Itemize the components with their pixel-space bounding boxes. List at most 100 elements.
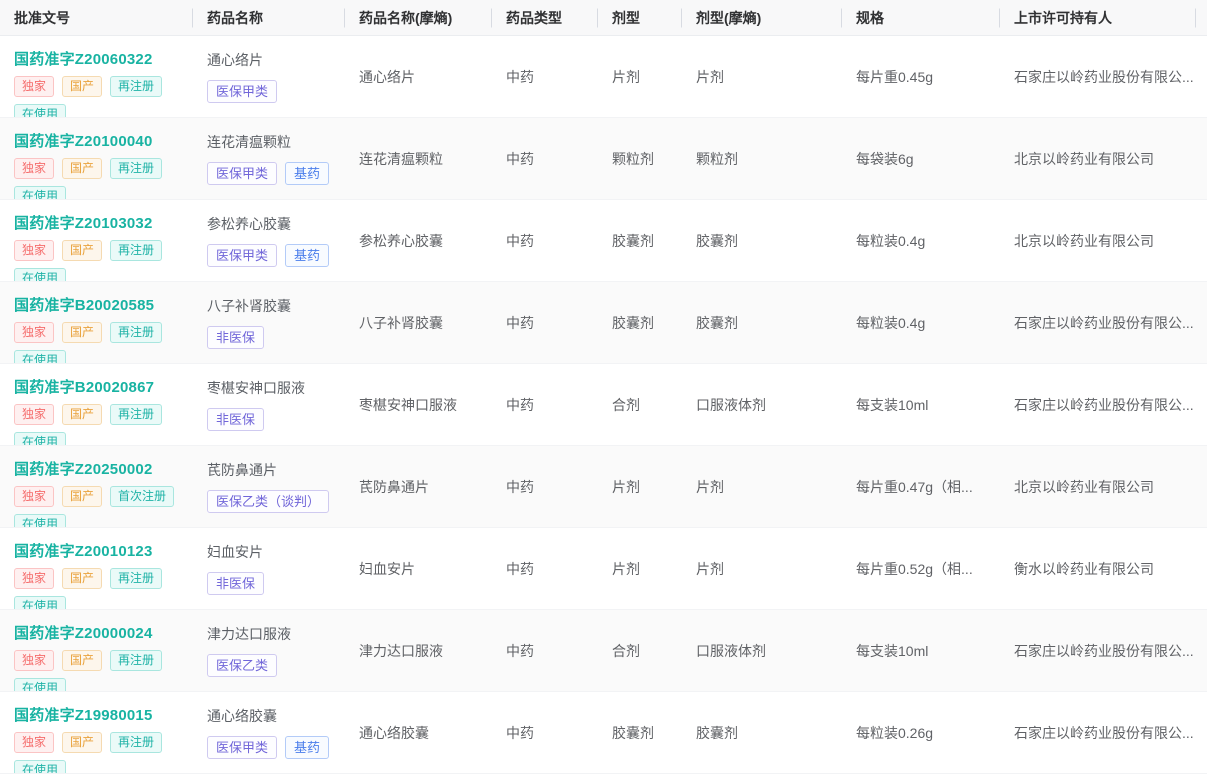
- insurance-badges: 医保甲类 基药: [207, 244, 330, 267]
- status-tag: 在使用: [14, 432, 67, 445]
- status-tag: 在使用: [14, 514, 67, 527]
- drug-type-cell: 中药: [506, 560, 534, 577]
- holder-cell: 衡水以岭药业有限公司: [1014, 560, 1154, 577]
- drug-name-mh-cell: 连花清瘟颗粒: [359, 150, 443, 167]
- insurance-badge: 医保甲类: [207, 736, 278, 759]
- spec-cell: 每支装10ml: [856, 396, 929, 413]
- drug-name-mh-cell: 通心络片: [359, 68, 415, 85]
- status-tags: 独家 国产 再注册 在使用: [14, 650, 187, 691]
- approval-cell: 国药准字Z20250002 独家 国产 首次注册 在使用: [0, 446, 193, 527]
- insurance-badge: 非医保: [207, 572, 265, 595]
- insurance-badge: 医保甲类: [207, 244, 278, 267]
- spec-cell: 每袋装6g: [856, 150, 914, 167]
- spec-cell: 每支装10ml: [856, 642, 929, 659]
- holder-cell: 北京以岭药业有限公司: [1014, 232, 1154, 249]
- drug-type-cell: 中药: [506, 150, 534, 167]
- status-tag: 在使用: [14, 596, 67, 609]
- dosage-form-mh-cell: 胶囊剂: [696, 724, 738, 741]
- status-tag: 在使用: [14, 760, 67, 773]
- drug-name-mh-cell: 参松养心胶囊: [359, 232, 443, 249]
- status-tag: 在使用: [14, 104, 67, 117]
- drug-name-mh-cell: 通心络胶囊: [359, 724, 429, 741]
- drug-type-cell: 中药: [506, 232, 534, 249]
- drug-type-cell: 中药: [506, 396, 534, 413]
- status-tag: 独家: [14, 404, 55, 425]
- approval-number-link[interactable]: 国药准字Z20010123: [14, 540, 153, 561]
- status-tag: 在使用: [14, 186, 67, 199]
- row-spacer-cell: [1196, 528, 1207, 609]
- drug-name-cell: 参松养心胶囊 医保甲类 基药: [193, 200, 345, 281]
- approval-cell: 国药准字Z20103032 独家 国产 再注册 在使用: [0, 200, 193, 281]
- table-row[interactable]: 国药准字Z20000024 独家 国产 再注册 在使用 津力达口服液 医保乙类 津力达…: [0, 610, 1207, 692]
- insurance-badges: 医保乙类: [207, 654, 278, 677]
- drug-name: 芪防鼻通片: [207, 462, 277, 478]
- drug-name-cell: 芪防鼻通片 医保乙类（谈判）: [193, 446, 345, 527]
- status-tag: 国产: [62, 486, 103, 507]
- drug-name-cell: 连花清瘟颗粒 医保甲类 基药: [193, 118, 345, 199]
- drug-name: 连花清瘟颗粒: [207, 134, 291, 150]
- approval-cell: 国药准字Z20000024 独家 国产 再注册 在使用: [0, 610, 193, 691]
- status-tag: 国产: [62, 650, 103, 671]
- table-row[interactable]: 国药准字Z20010123 独家 国产 再注册 在使用 妇血安片 非医保 妇血安片 中…: [0, 528, 1207, 610]
- spec-cell: 每片重0.47g（相...: [856, 478, 973, 495]
- status-tags: 独家 国产 首次注册 在使用: [14, 486, 187, 527]
- spec-cell: 每片重0.45g: [856, 68, 934, 85]
- drug-name: 妇血安片: [207, 544, 263, 560]
- approval-number-link[interactable]: 国药准字Z20103032: [14, 212, 153, 233]
- row-spacer-cell: [1196, 692, 1207, 773]
- status-tag: 再注册: [110, 240, 163, 261]
- dosage-form-mh-cell: 胶囊剂: [696, 232, 738, 249]
- approval-number-link[interactable]: 国药准字B20020585: [14, 294, 154, 315]
- status-tag: 独家: [14, 568, 55, 589]
- dosage-form-cell: 合剂: [612, 642, 640, 659]
- dosage-form-cell: 片剂: [612, 478, 640, 495]
- dosage-form-cell: 胶囊剂: [612, 314, 654, 331]
- drug-type-cell: 中药: [506, 314, 534, 331]
- insurance-badge: 非医保: [207, 408, 265, 431]
- dosage-form-cell: 合剂: [612, 396, 640, 413]
- table-row[interactable]: 国药准字B20020585 独家 国产 再注册 在使用 八子补肾胶囊 非医保 八子补肾…: [0, 282, 1207, 364]
- spec-cell: 每片重0.52g（相...: [856, 560, 973, 577]
- drug-type-cell: 中药: [506, 642, 534, 659]
- table-row[interactable]: 国药准字Z20100040 独家 国产 再注册 在使用 连花清瘟颗粒 医保甲类 基药 连…: [0, 118, 1207, 200]
- drug-name: 通心络胶囊: [207, 708, 277, 724]
- table-row[interactable]: 国药准字B20020867 独家 国产 再注册 在使用 枣椹安神口服液 非医保 枣椹安…: [0, 364, 1207, 446]
- table-row[interactable]: 国药准字Z20250002 独家 国产 首次注册 在使用 芪防鼻通片 医保乙类（谈判）…: [0, 446, 1207, 528]
- dosage-form-mh-cell: 颗粒剂: [696, 150, 738, 167]
- table-header: 批准文号 药品名称 药品名称(摩熵) 药品类型 剂型 剂型(摩熵) 规格 上市许可持有人: [0, 0, 1207, 36]
- insurance-badges: 医保乙类（谈判）: [207, 490, 330, 513]
- drug-type-cell: 中药: [506, 478, 534, 495]
- column-header-spec: 规格: [842, 0, 1000, 35]
- column-header-approval_no: 批准文号: [0, 0, 193, 35]
- status-tag: 独家: [14, 76, 55, 97]
- drug-name-mh-cell: 芪防鼻通片: [359, 478, 429, 495]
- approval-number-link[interactable]: 国药准字Z19980015: [14, 704, 153, 725]
- approval-number-link[interactable]: 国药准字Z20250002: [14, 458, 153, 479]
- column-header-dosage_form_mh: 剂型(摩熵): [682, 0, 842, 35]
- approval-number-link[interactable]: 国药准字Z20000024: [14, 622, 153, 643]
- status-tag: 独家: [14, 650, 55, 671]
- status-tag: 再注册: [110, 322, 163, 343]
- status-tags: 独家 国产 再注册 在使用: [14, 732, 187, 773]
- status-tag: 独家: [14, 486, 55, 507]
- spec-cell: 每粒装0.4g: [856, 232, 926, 249]
- table-row[interactable]: 国药准字Z19980015 独家 国产 再注册 在使用 通心络胶囊 医保甲类 基药 通心…: [0, 692, 1207, 774]
- status-tags: 独家 国产 再注册 在使用: [14, 568, 187, 609]
- table-row[interactable]: 国药准字Z20060322 独家 国产 再注册 在使用 通心络片 医保甲类 通心络片 …: [0, 36, 1207, 118]
- status-tag: 国产: [62, 76, 103, 97]
- approval-number-link[interactable]: 国药准字Z20100040: [14, 130, 153, 151]
- drug-name-cell: 枣椹安神口服液 非医保: [193, 364, 345, 445]
- holder-cell: 北京以岭药业有限公司: [1014, 150, 1154, 167]
- approval-number-link[interactable]: 国药准字Z20060322: [14, 48, 153, 69]
- drug-name-cell: 妇血安片 非医保: [193, 528, 345, 609]
- drug-name-cell: 通心络片 医保甲类: [193, 36, 345, 117]
- insurance-badges: 非医保: [207, 326, 265, 349]
- approval-number-link[interactable]: 国药准字B20020867: [14, 376, 154, 397]
- dosage-form-mh-cell: 片剂: [696, 478, 724, 495]
- drug-name-mh-cell: 八子补肾胶囊: [359, 314, 443, 331]
- row-spacer-cell: [1196, 118, 1207, 199]
- dosage-form-mh-cell: 口服液体剂: [696, 396, 766, 413]
- table-row[interactable]: 国药准字Z20103032 独家 国产 再注册 在使用 参松养心胶囊 医保甲类 基药 参…: [0, 200, 1207, 282]
- status-tag: 国产: [62, 568, 103, 589]
- insurance-badge: 医保甲类: [207, 80, 278, 103]
